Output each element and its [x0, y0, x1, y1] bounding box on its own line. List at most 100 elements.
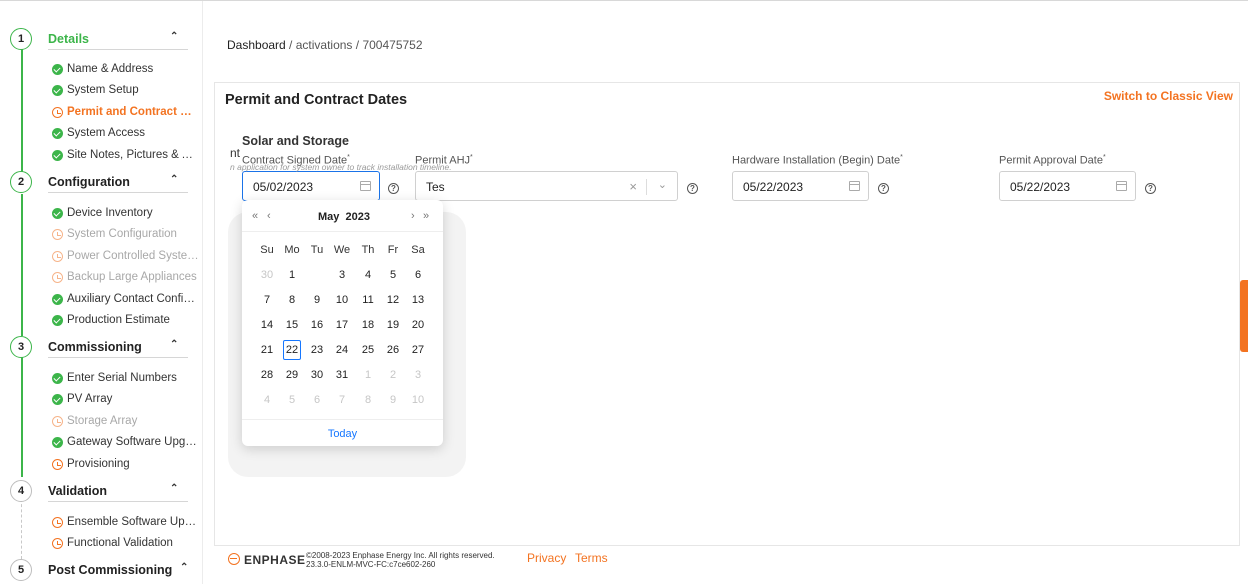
step-configuration[interactable]: 2 Configuration ⌃ — [10, 170, 195, 194]
calendar-day-outside[interactable]: 5 — [279, 391, 305, 409]
breadcrumb-dashboard[interactable]: Dashboard — [227, 38, 286, 52]
calendar-day[interactable]: 13 — [405, 291, 431, 309]
sidebar-item-label: Functional Validation — [67, 537, 173, 549]
calendar-day[interactable]: 15 — [279, 316, 305, 334]
brand-logo: ENPHASE — [244, 553, 306, 567]
calendar-day-outside[interactable]: 2 — [380, 366, 406, 384]
calendar-day[interactable]: 8 — [279, 291, 305, 309]
calendar-day[interactable]: 4 — [355, 266, 381, 284]
switch-classic-view-link[interactable]: Switch to Classic View — [1104, 89, 1233, 103]
chevron-up-icon[interactable]: ⌃ — [170, 339, 178, 350]
sidebar-item-enter-serial-numbers[interactable]: Enter Serial Numbers — [52, 371, 200, 389]
next-year-icon[interactable]: » — [423, 210, 429, 222]
prev-month-icon[interactable]: ‹ — [267, 210, 271, 222]
sidebar-item-name-address[interactable]: Name & Address — [52, 62, 200, 80]
calendar-day-outside[interactable]: 10 — [405, 391, 431, 409]
calendar-day[interactable]: 16 — [304, 316, 330, 334]
sidebar-item-auxiliary-contact[interactable]: Auxiliary Contact Configuration — [52, 292, 200, 310]
calendar-day[interactable]: 18 — [355, 316, 381, 334]
calendar-day[interactable]: 26 — [380, 341, 406, 359]
calendar-day[interactable]: 3 — [329, 266, 355, 284]
sidebar-item-system-configuration[interactable]: System Configuration — [52, 227, 200, 245]
step-validation[interactable]: 4 Validation ⌃ — [10, 479, 195, 503]
sidebar-item-site-notes[interactable]: Site Notes, Pictures & Attachments — [52, 148, 200, 166]
calendar-day-outside[interactable]: 30 — [254, 266, 280, 284]
calendar-day[interactable]: 31 — [329, 366, 355, 384]
calendar-day[interactable]: 7 — [254, 291, 280, 309]
calendar-day[interactable]: 20 — [405, 316, 431, 334]
calendar-day-outside[interactable]: 4 — [254, 391, 280, 409]
calendar-day-outside[interactable]: 1 — [355, 366, 381, 384]
calendar-day[interactable]: 25 — [355, 341, 381, 359]
sidebar-item-backup-large-appliances[interactable]: Backup Large Appliances — [52, 270, 200, 288]
chevron-down-icon[interactable]: ⌄ — [658, 178, 667, 191]
privacy-link[interactable]: Privacy — [527, 551, 566, 565]
weekday-label: Th — [361, 244, 375, 256]
calendar-day[interactable]: 11 — [355, 291, 381, 309]
help-icon[interactable]: ? — [687, 183, 698, 194]
calendar-day-outside[interactable]: 7 — [329, 391, 355, 409]
calendar-day[interactable]: 14 — [254, 316, 280, 334]
help-icon[interactable]: ? — [1145, 183, 1156, 194]
sidebar-item-gateway-software-upgrade[interactable]: Gateway Software Upgrade — [52, 435, 200, 453]
sidebar-item-production-estimate[interactable]: Production Estimate — [52, 313, 200, 331]
help-icon[interactable]: ? — [388, 183, 399, 194]
sidebar-item-system-access[interactable]: System Access — [52, 126, 200, 144]
calendar-icon — [360, 181, 371, 191]
breadcrumb-activations[interactable]: activations — [296, 38, 353, 52]
chevron-up-icon[interactable]: ⌃ — [170, 483, 178, 494]
calendar-day[interactable]: 12 — [380, 291, 406, 309]
calendar-day-outside[interactable]: 3 — [405, 366, 431, 384]
clock-icon — [52, 538, 63, 549]
sidebar-item-provisioning[interactable]: Provisioning — [52, 457, 200, 475]
hardware-installation-date-input[interactable]: 05/22/2023 — [732, 171, 869, 201]
chevron-up-icon[interactable]: ⌃ — [170, 174, 178, 185]
calendar-day[interactable]: 17 — [329, 316, 355, 334]
sidebar-item-device-inventory[interactable]: Device Inventory — [52, 206, 200, 224]
calendar-day[interactable]: 1 — [279, 266, 305, 284]
calendar-day[interactable]: 5 — [380, 266, 406, 284]
calendar-day[interactable]: 23 — [304, 341, 330, 359]
calendar-day[interactable]: 29 — [279, 366, 305, 384]
chevron-up-icon[interactable]: ⌃ — [180, 562, 188, 573]
contract-signed-date-input[interactable]: 05/02/2023 — [242, 171, 380, 201]
calendar-day[interactable]: 9 — [304, 291, 330, 309]
calendar-day[interactable]: 10 — [329, 291, 355, 309]
calendar-day[interactable]: 24 — [329, 341, 355, 359]
calendar-day-outside[interactable]: 6 — [304, 391, 330, 409]
calendar-day-outside[interactable]: 8 — [355, 391, 381, 409]
today-button[interactable]: Today — [242, 428, 443, 440]
calendar-day[interactable]: 2 — [304, 266, 330, 284]
calendar-day[interactable]: 27 — [405, 341, 431, 359]
terms-link[interactable]: Terms — [575, 551, 608, 565]
feedback-tab[interactable] — [1240, 280, 1248, 352]
sidebar-item-permit-contract-dates[interactable]: Permit and Contract Dates — [52, 105, 200, 123]
step-post-commissioning[interactable]: 5 Post Commissioning ⌃ — [10, 558, 195, 582]
month-year-label[interactable]: May 2023 — [318, 211, 370, 223]
sidebar-item-ensemble-software-update[interactable]: Ensemble Software Update — [52, 515, 200, 533]
next-month-icon[interactable]: › — [411, 210, 415, 222]
sidebar-item-system-setup[interactable]: System Setup — [52, 83, 200, 101]
calendar-day[interactable]: 21 — [254, 341, 280, 359]
calendar-day-outside[interactable]: 9 — [380, 391, 406, 409]
sidebar-item-power-controlled-systems[interactable]: Power Controlled Systems — [52, 249, 200, 267]
chevron-up-icon[interactable]: ⌃ — [170, 31, 178, 42]
sidebar-item-pv-array[interactable]: PV Array — [52, 392, 200, 410]
sidebar-item-functional-validation[interactable]: Functional Validation — [52, 536, 200, 554]
sidebar-item-storage-array[interactable]: Storage Array — [52, 414, 200, 432]
calendar-day[interactable]: 6 — [405, 266, 431, 284]
clock-icon — [52, 459, 63, 470]
help-icon[interactable]: ? — [878, 183, 889, 194]
month-label[interactable]: May — [318, 211, 339, 223]
calendar-day[interactable]: 22 — [279, 340, 305, 360]
year-label[interactable]: 2023 — [346, 211, 370, 223]
step-details[interactable]: 1 Details ⌃ — [10, 27, 195, 51]
step-commissioning[interactable]: 3 Commissioning ⌃ — [10, 335, 195, 359]
prev-year-icon[interactable]: « — [252, 210, 258, 222]
permit-ahj-select[interactable]: Tes × ⌄ — [415, 171, 678, 201]
calendar-day[interactable]: 19 — [380, 316, 406, 334]
clear-icon[interactable]: × — [629, 179, 637, 194]
permit-approval-date-input[interactable]: 05/22/2023 — [999, 171, 1136, 201]
calendar-day[interactable]: 28 — [254, 366, 280, 384]
calendar-day[interactable]: 30 — [304, 366, 330, 384]
